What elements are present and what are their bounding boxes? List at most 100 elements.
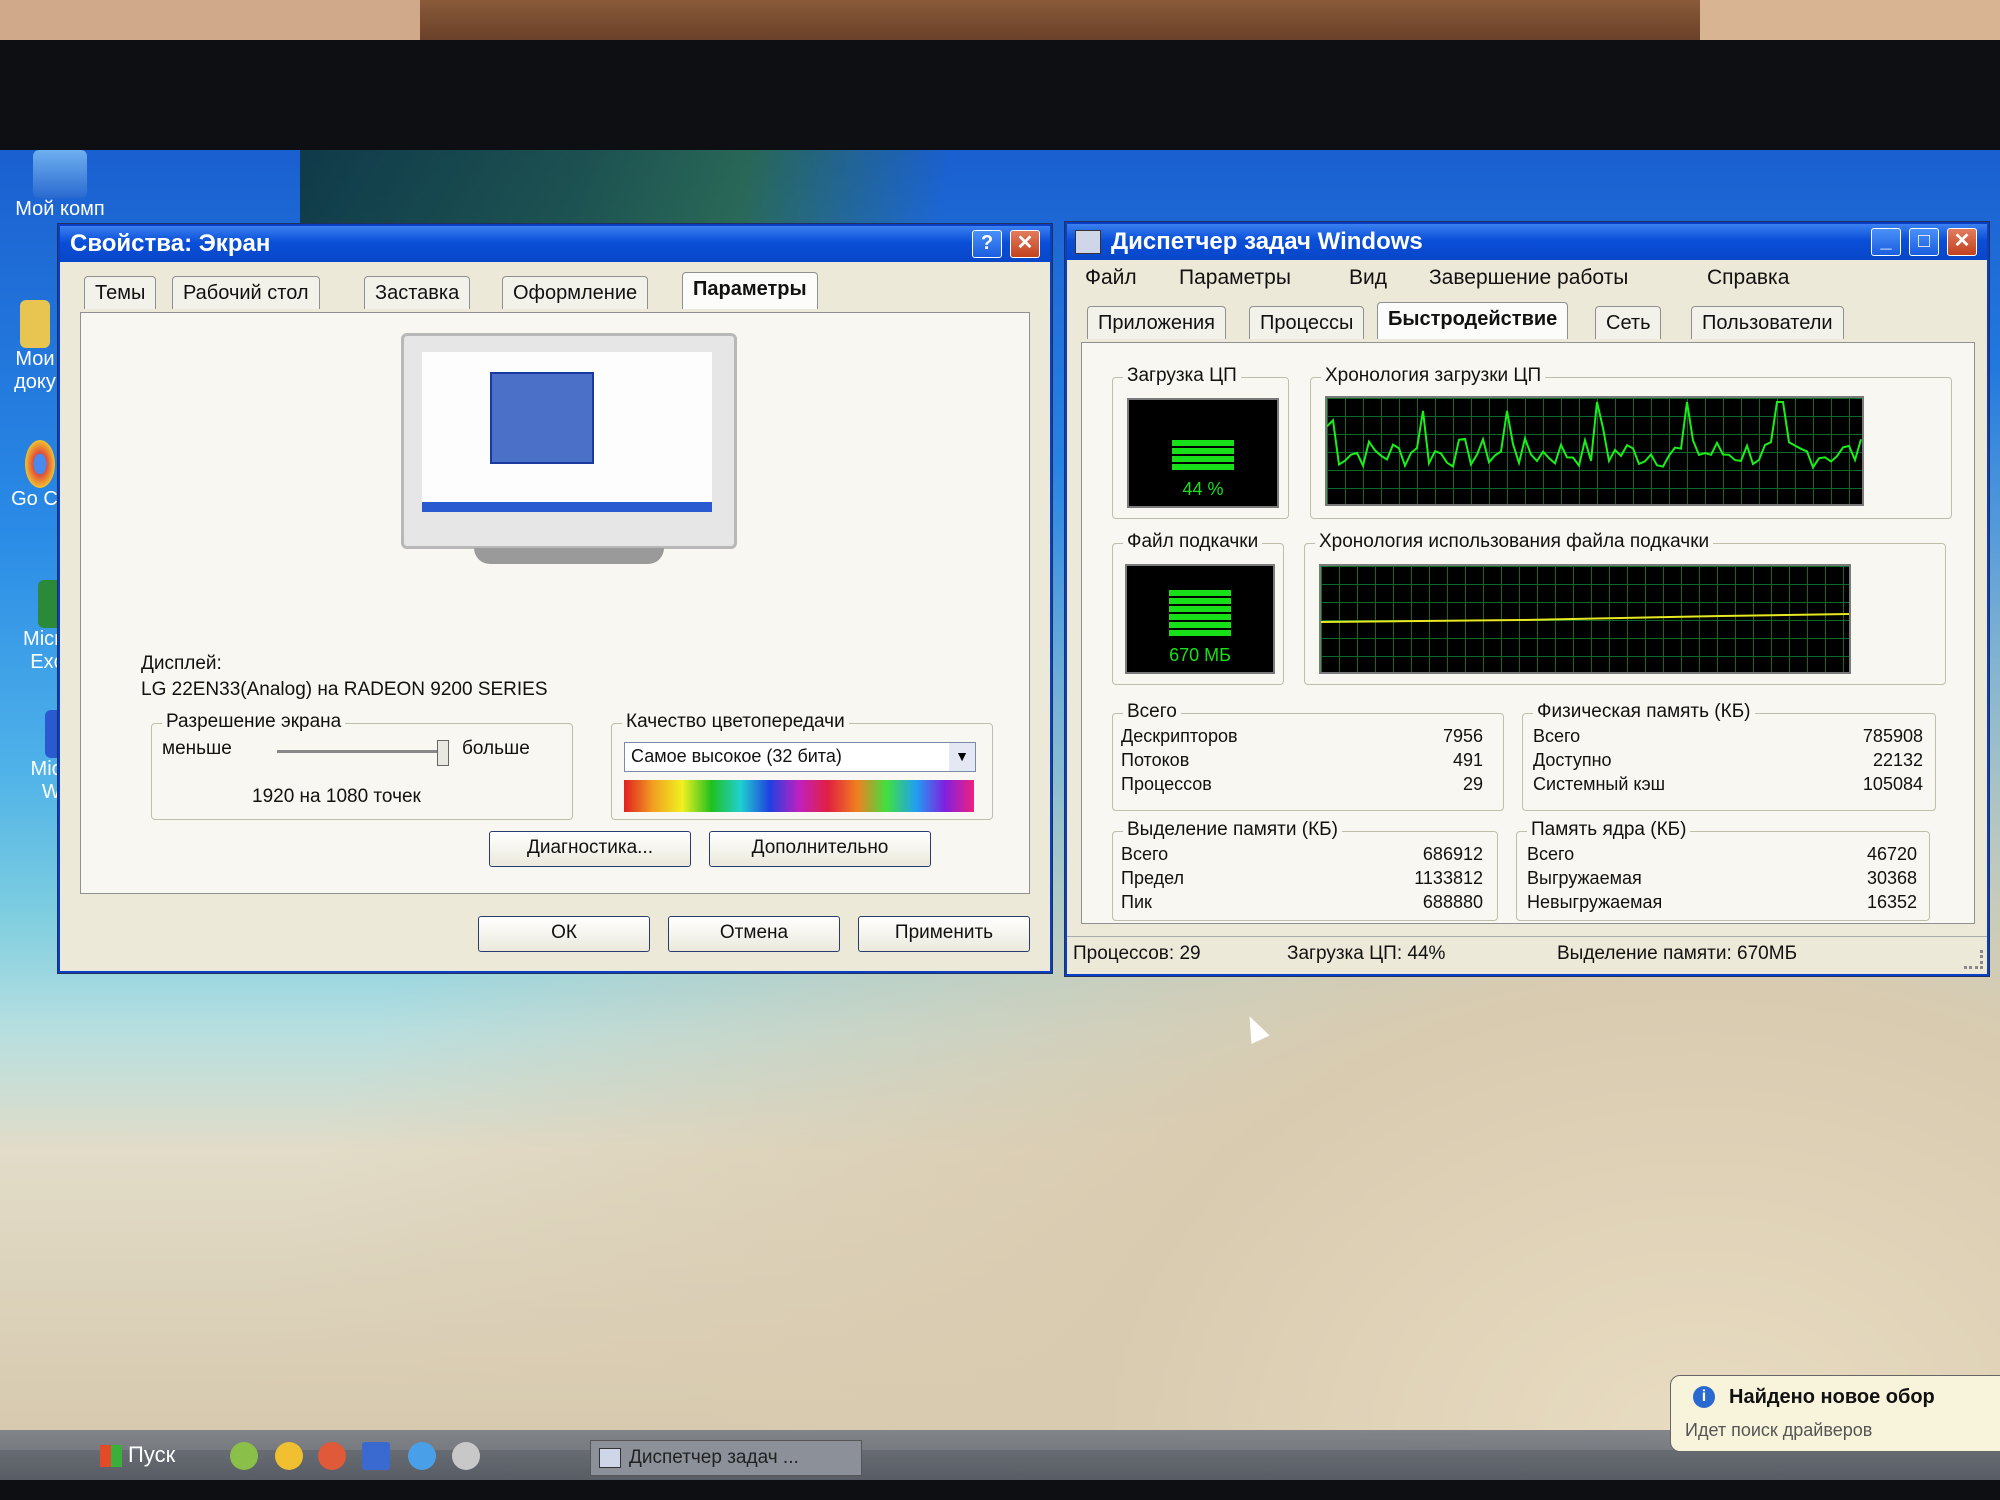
menu-options[interactable]: Параметры [1179,266,1291,290]
new-hardware-balloon[interactable]: i Найдено новое обор Идет поиск драйверо… [1670,1375,2000,1452]
minimize-button[interactable]: _ [1871,228,1901,256]
maximize-button[interactable]: □ [1909,228,1939,256]
physical-cache-value: 105084 [1862,774,1923,794]
menu-file[interactable]: Файл [1085,266,1137,290]
tab-desktop[interactable]: Рабочий стол [172,276,320,309]
advanced-button[interactable]: Дополнительно [709,831,931,867]
resolution-less-label: меньше [162,738,232,759]
quicklaunch-ie-icon[interactable] [408,1442,436,1470]
status-bar: Процессов: 29 Загрузка ЦП: 44% Выделение… [1067,936,1987,971]
computer-icon [33,150,87,198]
color-spectrum-bar [624,780,974,812]
resize-grip-icon[interactable] [1964,950,1983,969]
kernel-nonpaged-label: Невыгружаемая [1527,892,1663,912]
preview-taskbar [422,502,712,512]
wall-paper-left [0,0,420,42]
totals-threads-value: 491 [1452,750,1483,770]
monitor-bezel [0,40,2000,150]
menu-help[interactable]: Справка [1707,266,1789,290]
pagefile-history-line [1321,613,1849,623]
physical-available-value: 22132 [1872,750,1923,770]
tab-applications[interactable]: Приложения [1087,306,1227,339]
desktop-icon-label: Мой комп [15,198,105,220]
quicklaunch-desktop-icon[interactable] [230,1442,258,1470]
tab-users[interactable]: Пользователи [1691,306,1844,339]
resolution-slider-track[interactable] [277,750,442,753]
status-processes: Процессов: 29 [1073,943,1201,964]
kernel-paged-value: 30368 [1866,868,1917,888]
status-cpu: Загрузка ЦП: 44% [1287,943,1446,964]
totals-threads-label: Потоков [1121,750,1190,770]
cpu-history-line [1327,401,1862,470]
pagefile-history-group: Хронология использования файла подкачки [1304,531,1946,685]
help-button[interactable]: ? [972,230,1002,258]
desktop-icon-my-computer[interactable]: Мой комп [10,150,110,221]
monitor-bezel-bottom [0,1480,2000,1500]
monitor-screen [422,352,712,512]
color-quality-select[interactable]: Самое высокое (32 бита) ▼ [624,742,976,772]
diagnostics-button[interactable]: Диагностика... [489,831,691,867]
ok-button[interactable]: ОК [478,916,650,952]
tab-processes[interactable]: Процессы [1249,306,1365,339]
task-manager-titlebar[interactable]: Диспетчер задач Windows _ □ ✕ [1067,224,1987,260]
start-button[interactable]: Пуск [100,1436,210,1474]
menu-shutdown[interactable]: Завершение работы [1429,266,1628,290]
resolution-slider-thumb[interactable] [437,740,449,766]
cancel-button[interactable]: Отмена [668,916,840,952]
status-commit: Выделение памяти: 670МБ [1557,943,1798,964]
taskbar-task-manager-button[interactable]: Диспетчер задач ... [590,1440,862,1476]
commit-charge-title: Выделение памяти (КБ) [1123,819,1342,841]
close-button[interactable]: ✕ [1010,230,1040,258]
chevron-down-icon[interactable]: ▼ [949,743,975,771]
kernel-total-label: Всего [1527,844,1575,864]
display-properties-titlebar[interactable]: Свойства: Экран ? ✕ [60,226,1050,262]
cpu-usage-title: Загрузка ЦП [1123,365,1241,387]
tab-networking[interactable]: Сеть [1595,306,1662,339]
resolution-group-title: Разрешение экрана [162,711,346,733]
resolution-group: Разрешение экрана меньше больше 1920 на … [151,711,573,820]
tab-settings[interactable]: Параметры [682,272,818,309]
info-icon: i [1693,1386,1715,1408]
tab-themes[interactable]: Темы [84,276,157,309]
color-quality-group: Качество цветопередачи Самое высокое (32… [611,711,993,820]
quicklaunch-chrome-icon[interactable] [275,1442,303,1470]
windows-logo-icon [100,1445,122,1468]
commit-total-label: Всего [1121,844,1169,864]
physical-memory-title: Физическая память (КБ) [1533,701,1755,723]
pagefile-history-title: Хронология использования файла подкачки [1315,531,1714,553]
close-button[interactable]: ✕ [1947,228,1977,256]
start-label: Пуск [128,1442,176,1467]
quicklaunch-media-icon[interactable] [452,1442,480,1470]
tab-appearance[interactable]: Оформление [502,276,649,309]
color-quality-selected: Самое высокое (32 бита) [631,746,842,766]
display-value: LG 22EN33(Analog) на RADEON 9200 SERIES [141,679,548,700]
menu-view[interactable]: Вид [1349,266,1387,290]
cpu-usage-bars [1172,440,1234,472]
pagefile-usage-bars [1169,590,1231,638]
physical-total-label: Всего [1533,726,1581,746]
task-manager-icon [1075,230,1101,254]
cpu-usage-meter: 44 % [1127,398,1279,508]
pagefile-usage-title: Файл подкачки [1123,531,1263,553]
window-title: Свойства: Экран [70,230,271,257]
commit-charge-group: Выделение памяти (КБ) Всего 686912 Преде… [1112,819,1498,921]
pagefile-usage-value: 670 МБ [1169,645,1231,665]
tab-screensaver[interactable]: Заставка [364,276,471,309]
pagefile-usage-group: Файл подкачки 670 МБ [1112,531,1284,685]
folder-icon [20,300,50,348]
performance-panel: Загрузка ЦП 44 % Хронология загрузки ЦП … [1081,342,1975,924]
display-label: Дисплей: [141,653,222,674]
cpu-history-graph [1325,396,1864,506]
quicklaunch-save-icon[interactable] [362,1442,390,1470]
cpu-usage-group: Загрузка ЦП 44 % [1112,365,1289,519]
settings-panel: Дисплей: LG 22EN33(Analog) на RADEON 920… [80,312,1030,894]
window-title: Диспетчер задач Windows [1111,228,1423,255]
tab-performance[interactable]: Быстродействие [1377,302,1569,339]
apply-button[interactable]: Применить [858,916,1030,952]
totals-title: Всего [1123,701,1181,723]
quicklaunch-opera-icon[interactable] [318,1442,346,1470]
display-properties-window: Свойства: Экран ? ✕ Темы Рабочий стол За… [58,224,1052,973]
totals-group: Всего Дескрипторов 7956 Потоков 491 Проц… [1112,701,1504,811]
resolution-more-label: больше [462,738,530,759]
monitor-preview[interactable] [401,333,737,564]
